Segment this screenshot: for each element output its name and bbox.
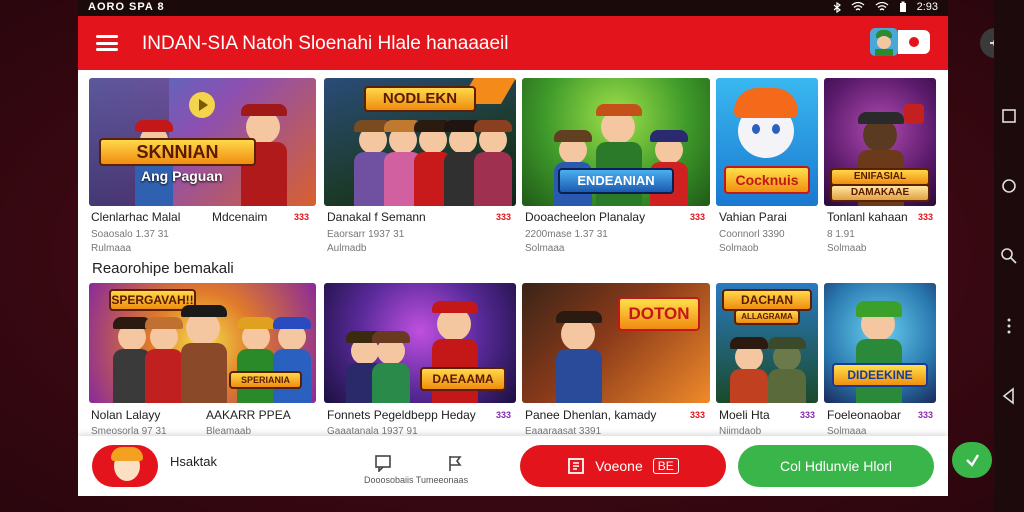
bottom-nav-label: Dooosobaiis Tumeeonaas bbox=[364, 475, 469, 485]
card-meta: Solmaab bbox=[827, 243, 867, 254]
home-icon[interactable] bbox=[999, 176, 1019, 196]
game-card-recommended-4[interactable]: DACHAN ALLAGRAMA bbox=[716, 283, 818, 403]
game-card-featured-2[interactable]: NODLEKN bbox=[324, 78, 516, 206]
top-app-bar: INDAN-SIA Natoh Sloenahi Hlale hanaaaeil bbox=[78, 16, 948, 70]
card-art-title: DOTON bbox=[618, 297, 700, 331]
card-title[interactable]: Moeli Hta bbox=[719, 408, 770, 422]
card-art-subtitle: ALLAGRAMA bbox=[734, 309, 800, 325]
rating-badge: 333 bbox=[800, 410, 816, 420]
user-label: Hsaktak bbox=[170, 454, 217, 469]
card-title[interactable]: Vahian Parai bbox=[719, 210, 787, 224]
status-left-text: AORO SPA 8 bbox=[88, 1, 165, 13]
card-meta: 8 1.91 bbox=[827, 229, 855, 240]
status-time: 2:93 bbox=[916, 1, 938, 13]
green-action-button[interactable]: Col Hdlunvie Hlorl bbox=[738, 445, 934, 487]
game-card-featured-3[interactable]: ENDEANIAN bbox=[522, 78, 710, 206]
red-button-label: Voeone bbox=[595, 458, 643, 474]
search-icon[interactable] bbox=[999, 246, 1019, 266]
bluetooth-icon bbox=[833, 1, 841, 13]
card-art-title: DACHAN bbox=[722, 289, 812, 311]
status-bar: AORO SPA 8 2:93 bbox=[78, 0, 948, 16]
system-nav-bar bbox=[994, 0, 1024, 512]
card-title[interactable]: Fonnets Pegeldbepp Heday bbox=[327, 408, 476, 422]
card-title[interactable]: Dooacheelon Planalay bbox=[525, 210, 645, 224]
card-meta: 2200mase 1.37 31 bbox=[525, 229, 608, 240]
profile-avatar[interactable] bbox=[870, 28, 898, 56]
card-title[interactable]: Tonlanl kahaan bbox=[827, 210, 908, 224]
app-window: INDAN-SIA Natoh Sloenahi Hlale hanaaaeil… bbox=[78, 16, 948, 496]
chat-icon[interactable] bbox=[374, 454, 392, 472]
rating-badge: 333 bbox=[918, 212, 934, 222]
card-title[interactable]: Nolan Lalayy bbox=[91, 408, 160, 422]
rating-badge: 333 bbox=[690, 212, 706, 222]
section-title: Reaorohipe bemakali bbox=[92, 260, 234, 277]
game-card-recommended-3[interactable]: DOTON bbox=[522, 283, 710, 403]
recent-apps-icon[interactable] bbox=[999, 106, 1019, 126]
card-icon bbox=[568, 458, 585, 474]
card-meta: Soaosalo 1.37 31 bbox=[91, 229, 169, 240]
play-icon[interactable] bbox=[189, 92, 215, 118]
card-art-subtitle: Ang Paguan bbox=[141, 168, 223, 184]
card-art-title: NODLEKN bbox=[364, 86, 476, 112]
more-icon[interactable] bbox=[999, 316, 1019, 336]
bottom-action-bar: Hsaktak Dooosobaiis Tumeeonaas Voeone BE… bbox=[78, 436, 948, 496]
card-developer: AAKARR PPEA bbox=[206, 408, 291, 422]
game-card-featured-4[interactable]: Cocknuis bbox=[716, 78, 818, 206]
flag-icon[interactable] bbox=[446, 454, 464, 472]
game-card-recommended-1[interactable]: SPERGAVAH!! SPERIANIA bbox=[89, 283, 316, 403]
app-title: INDAN-SIA Natoh Sloenahi Hlale hanaaaeil bbox=[142, 33, 509, 54]
record-dot-icon bbox=[909, 37, 919, 47]
card-title[interactable]: Clenlarhac Malal bbox=[91, 210, 180, 224]
send-button[interactable] bbox=[952, 442, 992, 478]
green-button-label: Col Hdlunvie Hlorl bbox=[779, 458, 893, 474]
red-button-badge: BE bbox=[652, 458, 679, 474]
card-art-title: Cocknuis bbox=[724, 166, 810, 194]
game-card-recommended-5[interactable]: DIDEEKINE bbox=[824, 283, 936, 403]
send-icon bbox=[966, 454, 980, 467]
rating-badge: 333 bbox=[294, 212, 310, 222]
game-card-recommended-2[interactable]: DAEAAMA bbox=[324, 283, 516, 403]
card-art-subtitle: SPERIANIA bbox=[229, 371, 302, 389]
card-meta: Coonnorl 3390 bbox=[719, 229, 785, 240]
card-meta: Solmaaa bbox=[525, 243, 565, 254]
card-meta: Eaorsarr 1937 31 bbox=[327, 229, 405, 240]
card-art-title: DIDEEKINE bbox=[832, 363, 928, 387]
rating-badge: 333 bbox=[496, 212, 512, 222]
card-meta: Rulmaaa bbox=[91, 243, 132, 254]
menu-icon[interactable] bbox=[96, 35, 118, 51]
card-art-title: DAEAAMA bbox=[420, 367, 506, 391]
card-meta: Aulmadb bbox=[327, 243, 367, 254]
game-card-featured-1[interactable]: SKNNIAN Ang Paguan bbox=[89, 78, 316, 206]
red-action-button[interactable]: Voeone BE bbox=[520, 445, 726, 487]
rating-badge: 333 bbox=[918, 410, 934, 420]
card-meta: Solmaob bbox=[719, 243, 759, 254]
card-developer: Mdcenaim bbox=[212, 210, 268, 224]
rating-badge: 333 bbox=[496, 410, 512, 420]
battery-icon bbox=[899, 1, 906, 12]
signal-icon bbox=[875, 2, 888, 11]
back-icon[interactable] bbox=[999, 386, 1019, 406]
card-art-title: ENDEANIAN bbox=[558, 168, 674, 194]
card-title[interactable]: Foeleonaobar bbox=[827, 408, 901, 422]
user-avatar[interactable] bbox=[92, 445, 158, 487]
card-title[interactable]: Danakal f Semann bbox=[327, 210, 426, 224]
game-card-featured-5[interactable]: ENIFASIAL DAMAKAAE bbox=[824, 78, 936, 206]
card-art-title: SKNNIAN bbox=[99, 138, 256, 166]
card-art-subtitle: DAMAKAAE bbox=[830, 184, 930, 202]
record-toggle[interactable] bbox=[898, 30, 930, 54]
card-title[interactable]: Panee Dhenlan, kamady bbox=[525, 408, 656, 422]
rating-badge: 333 bbox=[690, 410, 706, 420]
wifi-icon bbox=[851, 2, 864, 11]
